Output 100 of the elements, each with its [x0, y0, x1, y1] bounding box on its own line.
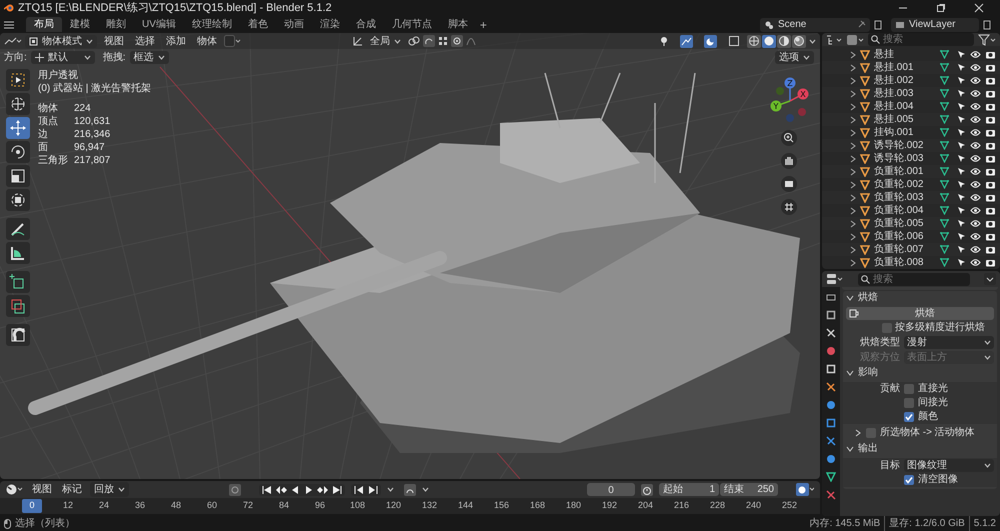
- options-dropdown[interactable]: 选项: [775, 50, 814, 64]
- drag-dropdown[interactable]: 框选: [130, 50, 169, 64]
- next-keyframe-icon[interactable]: [317, 484, 329, 496]
- workspace-tab[interactable]: 雕刻: [98, 17, 134, 32]
- duplicate-icon[interactable]: [983, 20, 992, 30]
- workspace-tab[interactable]: UV编辑: [134, 17, 184, 32]
- object-name[interactable]: 悬挂.001: [874, 60, 936, 75]
- scene-selector[interactable]: Scene: [760, 18, 870, 32]
- eye-icon[interactable]: [970, 76, 981, 85]
- workspace-tab[interactable]: 渲染: [312, 17, 348, 32]
- transform-dropdown[interactable]: 全局: [366, 34, 405, 48]
- eye-icon[interactable]: [970, 180, 981, 189]
- proportional-edit-icon[interactable]: [451, 35, 463, 47]
- snap-icon[interactable]: [423, 35, 435, 47]
- overlay-toggle-icon[interactable]: [704, 34, 717, 48]
- playback-dropdown[interactable]: 回放: [90, 482, 129, 497]
- workspace-tab[interactable]: 合成: [348, 17, 384, 32]
- jump-start-icon[interactable]: [261, 484, 273, 496]
- menu-item[interactable]: 视图: [100, 34, 128, 48]
- end-frame-field[interactable]: 结束 250: [720, 483, 778, 496]
- tool-button[interactable]: [6, 141, 30, 163]
- object-name[interactable]: 负重轮.006: [874, 229, 936, 244]
- restore-icon[interactable]: [936, 3, 946, 13]
- material-shading-icon[interactable]: [778, 35, 790, 47]
- workspace-tab[interactable]: 动画: [276, 17, 312, 32]
- object-name[interactable]: 负重轮.003: [874, 190, 936, 205]
- object-name[interactable]: 负重轮.005: [874, 216, 936, 231]
- tool-button[interactable]: [6, 93, 30, 115]
- eye-icon[interactable]: [970, 154, 981, 163]
- previous-keyframe-icon[interactable]: [275, 484, 287, 496]
- menu-item[interactable]: 选择: [131, 34, 159, 48]
- object-name[interactable]: 诱导轮.002: [874, 138, 936, 153]
- eye-icon[interactable]: [970, 232, 981, 241]
- menu-icon[interactable]: [4, 20, 14, 28]
- falloff-icon[interactable]: [466, 36, 476, 46]
- filter-icon[interactable]: [978, 34, 996, 46]
- grid-snap-icon[interactable]: [438, 36, 448, 46]
- tool-button[interactable]: [6, 165, 30, 187]
- eye-icon[interactable]: [970, 219, 981, 228]
- eye-icon[interactable]: [970, 63, 981, 72]
- tool-button[interactable]: [6, 324, 30, 346]
- display-mode-icon[interactable]: [826, 34, 842, 44]
- subpanel-title[interactable]: 影响: [858, 367, 878, 379]
- workspace-tab[interactable]: 脚本: [440, 17, 476, 32]
- object-name[interactable]: 悬挂.003: [874, 86, 936, 101]
- target-dropdown[interactable]: 图像纹理: [904, 459, 994, 472]
- filter-view-icon[interactable]: [846, 34, 864, 46]
- view-layer-selector[interactable]: ViewLayer: [891, 18, 979, 32]
- previous-frame-icon[interactable]: [353, 484, 365, 496]
- snap-dropdown-icon[interactable]: [224, 35, 242, 47]
- menu-item[interactable]: 添加: [162, 34, 190, 48]
- checkbox[interactable]: [904, 475, 914, 485]
- record-icon[interactable]: [229, 484, 241, 496]
- jump-end-icon[interactable]: [331, 484, 343, 496]
- checkbox[interactable]: [866, 428, 876, 438]
- keying-overlay-icon[interactable]: [796, 483, 814, 496]
- workspace-tab[interactable]: 几何节点: [384, 17, 440, 32]
- current-frame-field[interactable]: 0: [587, 483, 635, 496]
- menu-item[interactable]: 视图: [30, 482, 54, 497]
- tool-button[interactable]: [6, 271, 30, 293]
- checkbox[interactable]: [904, 412, 914, 422]
- tool-button[interactable]: [6, 189, 30, 211]
- workspace-tab[interactable]: 纹理绘制: [184, 17, 240, 32]
- gizmo-toggle-icon[interactable]: [680, 34, 693, 48]
- start-frame-field[interactable]: 起始 1: [659, 483, 719, 496]
- object-name[interactable]: 负重轮.002: [874, 177, 936, 192]
- solid-shading-icon[interactable]: [763, 35, 775, 47]
- tool-button[interactable]: [6, 295, 30, 317]
- workspace-tab[interactable]: 着色: [240, 17, 276, 32]
- auto-keying-icon[interactable]: [404, 484, 416, 496]
- eye-icon[interactable]: [970, 141, 981, 150]
- checkbox[interactable]: [882, 323, 892, 333]
- eye-icon[interactable]: [970, 128, 981, 137]
- eye-icon[interactable]: [970, 115, 981, 124]
- bake-button[interactable]: 烘焙: [846, 307, 994, 320]
- menu-item[interactable]: 物体: [193, 34, 221, 48]
- bake-type-dropdown[interactable]: 漫射: [904, 336, 994, 349]
- object-name[interactable]: 诱导轮.003: [874, 151, 936, 166]
- editor-type-icon[interactable]: [4, 36, 22, 46]
- close-icon[interactable]: [974, 3, 984, 13]
- workspace-tab[interactable]: 布局: [26, 17, 62, 32]
- grid-icon[interactable]: [781, 199, 797, 215]
- pivot-icon[interactable]: [408, 36, 420, 46]
- search-field[interactable]: 搜索: [858, 272, 970, 286]
- eye-icon[interactable]: [970, 167, 981, 176]
- object-name[interactable]: 负重轮.008: [874, 255, 936, 269]
- mode-dropdown[interactable]: 物体模式: [25, 34, 97, 48]
- tool-button[interactable]: [6, 218, 30, 240]
- subpanel-title[interactable]: 所选物体 -> 活动物体: [880, 427, 975, 439]
- navigation-gizmo[interactable]: Z Y X: [766, 75, 812, 123]
- editor-type-icon[interactable]: [826, 273, 844, 285]
- eye-icon[interactable]: [970, 258, 981, 267]
- object-name[interactable]: 悬挂: [874, 47, 936, 62]
- options-icon[interactable]: [984, 273, 996, 285]
- playhead-frame[interactable]: 0: [22, 499, 42, 513]
- eye-icon[interactable]: [970, 89, 981, 98]
- panel-title[interactable]: 烘焙: [858, 292, 878, 304]
- zoom-icon[interactable]: [781, 130, 797, 146]
- checkbox[interactable]: [904, 384, 914, 394]
- tool-button[interactable]: [6, 117, 30, 139]
